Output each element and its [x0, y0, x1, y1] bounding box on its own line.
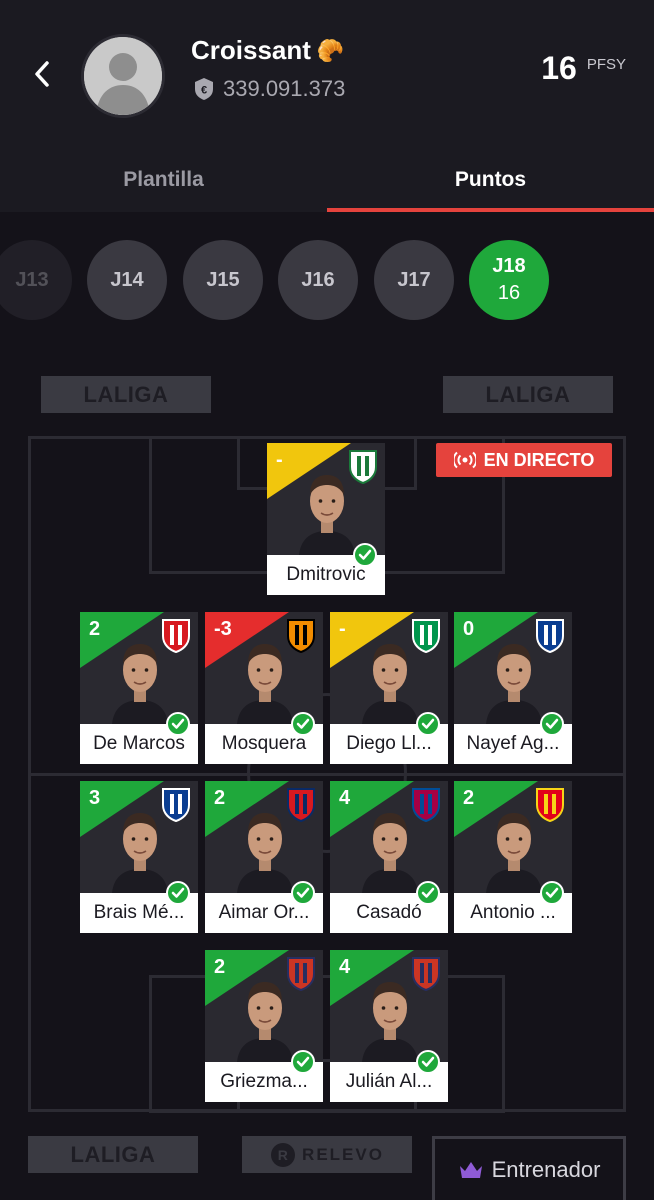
- player-points: -3: [214, 618, 232, 640]
- player-card[interactable]: 3 Brais Mé...: [80, 781, 198, 933]
- club-crest-icon: [349, 450, 377, 485]
- points-unit: PFSY: [586, 56, 626, 73]
- club-crest-icon: [412, 957, 440, 992]
- checkmark-icon: [353, 543, 377, 567]
- relevo-label: RELEVO: [302, 1144, 384, 1164]
- player-card[interactable]: 2 De Marcos: [80, 612, 198, 764]
- laliga-board: LALIGA: [443, 376, 613, 413]
- checkmark-icon: [416, 881, 440, 905]
- player-card[interactable]: 2 Griezma...: [205, 950, 323, 1102]
- checkmark-icon: [166, 712, 190, 736]
- user-silhouette-icon: [84, 37, 162, 115]
- player-card[interactable]: 0 Nayef Ag...: [454, 612, 572, 764]
- back-button[interactable]: [24, 56, 60, 92]
- laliga-board: LALIGA: [28, 1136, 198, 1173]
- round-points: 16: [497, 282, 521, 304]
- player-card[interactable]: 2 Aimar Or...: [205, 781, 323, 933]
- player-card[interactable]: - Diego Ll...: [330, 612, 448, 764]
- player-points: 4: [339, 956, 351, 978]
- relevo-board: R RELEVO: [242, 1136, 412, 1173]
- player-points: 0: [463, 618, 475, 640]
- checkmark-icon: [416, 712, 440, 736]
- club-crest-icon: [412, 788, 440, 823]
- coach-button[interactable]: Entrenador: [432, 1136, 626, 1200]
- player-card[interactable]: 2 Antonio ...: [454, 781, 572, 933]
- checkmark-icon: [291, 1050, 315, 1074]
- player-points: 4: [339, 787, 351, 809]
- player-points: 3: [89, 787, 101, 809]
- club-crest-icon: [536, 619, 564, 654]
- checkmark-icon: [540, 712, 564, 736]
- club-crest-icon: [287, 788, 315, 823]
- player-card[interactable]: -3 Mosquera: [205, 612, 323, 764]
- live-label: EN DIRECTO: [483, 449, 595, 470]
- croissant-icon: 🥐: [316, 37, 345, 63]
- club-crest-icon: [412, 619, 440, 654]
- checkmark-icon: [540, 881, 564, 905]
- svg-text:R: R: [278, 1147, 289, 1163]
- player-points: 2: [214, 787, 226, 809]
- round-j13[interactable]: J13: [0, 240, 72, 320]
- club-crest-icon: [162, 788, 190, 823]
- svg-text:€: €: [201, 85, 207, 97]
- tab-bar: Plantilla Puntos: [0, 148, 654, 212]
- live-broadcast-icon: [453, 451, 476, 469]
- player-card[interactable]: 4 Casadó: [330, 781, 448, 933]
- team-name: Croissant: [191, 35, 311, 65]
- player-points: 2: [214, 956, 226, 978]
- player-points: 2: [89, 618, 101, 640]
- avatar[interactable]: [81, 34, 165, 118]
- round-j14[interactable]: J14: [87, 240, 167, 320]
- club-crest-icon: [162, 619, 190, 654]
- club-crest-icon: [287, 619, 315, 654]
- player-points: 2: [463, 787, 475, 809]
- round-j15[interactable]: J15: [183, 240, 263, 320]
- round-j16[interactable]: J16: [278, 240, 358, 320]
- team-value-row: € 339.091.373: [193, 76, 345, 102]
- player-card[interactable]: - Dmitrovic: [267, 443, 385, 595]
- checkmark-icon: [291, 881, 315, 905]
- tab-plantilla[interactable]: Plantilla: [0, 148, 327, 212]
- euro-shield-icon: €: [195, 78, 213, 100]
- checkmark-icon: [416, 1050, 440, 1074]
- team-name-row: Croissant 🥐: [191, 35, 344, 66]
- crown-icon: [459, 1161, 482, 1178]
- club-crest-icon: [287, 957, 315, 992]
- round-j18[interactable]: J18 16: [469, 240, 549, 320]
- round-selector: J13 J14 J15 J16 J17 J18 16: [0, 236, 654, 324]
- coach-label: Entrenador: [491, 1156, 601, 1182]
- round-j17[interactable]: J17: [374, 240, 454, 320]
- team-value: 339.091.373: [223, 76, 346, 101]
- laliga-board: LALIGA: [41, 376, 211, 413]
- tab-puntos[interactable]: Puntos: [327, 148, 654, 212]
- round-label: J18: [492, 255, 526, 277]
- player-points: -: [339, 618, 346, 640]
- player-card[interactable]: 4 Julián Al...: [330, 950, 448, 1102]
- checkmark-icon: [291, 712, 315, 736]
- club-crest-icon: [536, 788, 564, 823]
- player-points: -: [276, 449, 283, 471]
- live-badge: EN DIRECTO: [436, 443, 612, 477]
- total-points: 16 PFSY: [541, 50, 626, 87]
- relevo-logo-icon: R: [271, 1142, 296, 1167]
- chevron-left-icon: [35, 61, 49, 87]
- points-value: 16: [541, 50, 577, 86]
- checkmark-icon: [166, 881, 190, 905]
- profile-header: Croissant 🥐 € 339.091.373 16 PFSY Planti…: [0, 0, 654, 212]
